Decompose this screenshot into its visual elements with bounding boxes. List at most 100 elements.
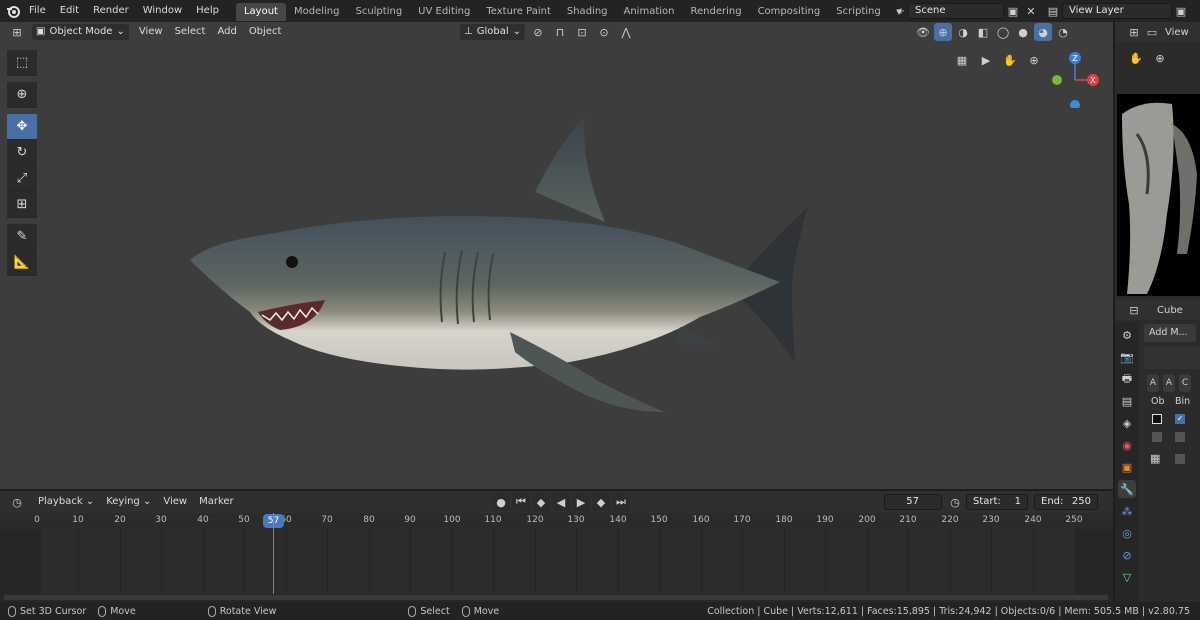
add-modifier-button[interactable]: Add M...: [1144, 324, 1196, 342]
scale-icon[interactable]: ⤢: [7, 166, 37, 192]
ob-checkbox-2[interactable]: [1152, 432, 1162, 442]
tab-texture-paint[interactable]: Texture Paint: [478, 3, 559, 21]
tab-compositing[interactable]: Compositing: [750, 3, 829, 21]
physics-icon[interactable]: ◎: [1118, 524, 1136, 542]
tab-shading[interactable]: Shading: [559, 3, 616, 21]
timeline-menu-marker[interactable]: Marker: [193, 492, 240, 512]
letter-button-c[interactable]: C: [1179, 374, 1191, 392]
ortho-grid-icon[interactable]: ▦: [953, 51, 971, 69]
view-layer-icon[interactable]: ▤: [1118, 392, 1136, 410]
rotate-icon[interactable]: ↻: [7, 140, 37, 166]
constraints-icon[interactable]: ⊘: [1118, 546, 1136, 564]
menu-window[interactable]: Window: [136, 0, 189, 22]
solid-shading-icon[interactable]: ●: [1014, 23, 1032, 41]
start-frame-field[interactable]: Start: 1: [966, 494, 1028, 510]
record-icon[interactable]: ●: [492, 493, 510, 511]
tab-layout[interactable]: Layout: [235, 3, 286, 21]
view-layer-icon[interactable]: ▤: [1044, 2, 1062, 20]
rendered-shading-icon[interactable]: ◔: [1054, 23, 1072, 41]
scene-icon[interactable]: ◈: [1118, 414, 1136, 432]
pivot-icon[interactable]: ⊘: [529, 23, 547, 41]
snap-target-icon[interactable]: ⊡: [573, 23, 591, 41]
tab-uv-editing[interactable]: UV Editing: [410, 3, 478, 21]
tool-settings-icon[interactable]: ⚙: [1118, 326, 1136, 344]
editor-type-icon[interactable]: ⊞: [1125, 23, 1143, 41]
transform-orientation-dropdown[interactable]: ⊥ Global ⌄: [460, 24, 526, 40]
tab-scripting[interactable]: Scripting: [828, 3, 888, 21]
scene-icon[interactable]: ▾: [890, 2, 908, 20]
editor-type-icon[interactable]: ⊟: [1125, 301, 1143, 319]
shark-model[interactable]: [180, 112, 820, 422]
editor-type-icon[interactable]: ⊞: [8, 23, 26, 41]
timeline-scrollbar[interactable]: [4, 595, 1108, 600]
object-mode-dropdown[interactable]: ▣ Object Mode ⌄: [32, 24, 129, 40]
timeline-tracks[interactable]: [0, 513, 1113, 594]
bin-checkbox-3[interactable]: [1175, 454, 1185, 464]
new-scene-icon[interactable]: ▣: [1004, 2, 1022, 20]
cursor-icon[interactable]: ⊕: [7, 82, 37, 108]
proportional-edit-icon[interactable]: ⊙: [595, 23, 613, 41]
transform-icon[interactable]: ⊞: [7, 192, 37, 218]
viewport-menu-view[interactable]: View: [133, 22, 169, 42]
material-shading-icon[interactable]: ◕: [1034, 23, 1052, 41]
next-keyframe-icon[interactable]: ◆: [592, 493, 610, 511]
play-reverse-icon[interactable]: ◀: [552, 493, 570, 511]
3d-viewport[interactable]: ⊞ ▣ Object Mode ⌄ View Select Add Object…: [0, 22, 1113, 489]
snap-icon[interactable]: ⊓: [551, 23, 569, 41]
axis-gizmo[interactable]: Z X: [1045, 48, 1105, 108]
menu-render[interactable]: Render: [86, 0, 136, 22]
gizmo-toggle-icon[interactable]: ⊕: [934, 23, 952, 41]
timeline-menu-playback[interactable]: Playback ⌄: [32, 492, 100, 512]
neg-z-axis-handle[interactable]: [1070, 100, 1080, 108]
image-editor-view-menu[interactable]: View: [1161, 27, 1189, 38]
move-icon[interactable]: ✥: [7, 114, 37, 140]
scene-field[interactable]: Scene: [908, 3, 1004, 19]
play-icon[interactable]: ▶: [572, 493, 590, 511]
viewport-menu-object[interactable]: Object: [243, 22, 288, 42]
current-frame-field[interactable]: 57: [884, 494, 942, 510]
letter-button-a1[interactable]: A: [1147, 374, 1159, 392]
overlay-toggle-icon[interactable]: ◑: [954, 23, 972, 41]
select-box-icon[interactable]: ⬚: [7, 50, 37, 76]
tab-rendering[interactable]: Rendering: [682, 3, 749, 21]
zoom-icon[interactable]: ⊕: [1151, 49, 1169, 67]
ob-checkbox[interactable]: [1152, 414, 1162, 424]
tab-modeling[interactable]: Modeling: [286, 3, 348, 21]
object-data-icon[interactable]: ▽: [1118, 568, 1136, 586]
menu-edit[interactable]: Edit: [53, 0, 86, 22]
pan-hand-icon[interactable]: ✋: [1001, 51, 1019, 69]
world-icon[interactable]: ◉: [1118, 436, 1136, 454]
render-icon[interactable]: 📷: [1118, 348, 1136, 366]
xray-icon[interactable]: ◧: [974, 23, 992, 41]
pan-hand-icon[interactable]: ✋: [1127, 49, 1145, 67]
menu-help[interactable]: Help: [189, 0, 226, 22]
wireframe-shading-icon[interactable]: ◯: [994, 23, 1012, 41]
tab-animation[interactable]: Animation: [616, 3, 683, 21]
new-view-layer-icon[interactable]: ▣: [1172, 2, 1190, 20]
output-icon[interactable]: 🖶: [1118, 370, 1136, 388]
prev-keyframe-icon[interactable]: ◆: [532, 493, 550, 511]
letter-button-a2[interactable]: A: [1163, 374, 1175, 392]
zoom-icon[interactable]: ⊕: [1025, 51, 1043, 69]
blender-logo-icon[interactable]: [4, 2, 22, 20]
stopwatch-icon[interactable]: ◷: [946, 493, 964, 511]
measure-icon[interactable]: 📐: [7, 250, 37, 276]
delete-scene-icon[interactable]: ✕: [1022, 2, 1040, 20]
falloff-icon[interactable]: ⋀: [617, 23, 635, 41]
timeline-menu-keying[interactable]: Keying ⌄: [100, 492, 157, 512]
bin-checkbox-2[interactable]: [1175, 432, 1185, 442]
texture-preview[interactable]: [1117, 94, 1200, 296]
timeline-menu-view[interactable]: View: [157, 492, 193, 512]
jump-end-icon[interactable]: ⏭: [612, 493, 630, 511]
visibility-icon[interactable]: 👁: [914, 23, 932, 41]
particles-icon[interactable]: ⁂: [1118, 502, 1136, 520]
camera-icon[interactable]: ▶: [977, 51, 995, 69]
viewport-menu-select[interactable]: Select: [169, 22, 212, 42]
jump-start-icon[interactable]: ⏮: [512, 493, 530, 511]
tab-sculpting[interactable]: Sculpting: [347, 3, 410, 21]
bin-checkbox-checked-icon[interactable]: ✓: [1175, 414, 1185, 424]
mesh-grid-icon[interactable]: ▦: [1150, 452, 1160, 465]
viewport-menu-add[interactable]: Add: [211, 22, 242, 42]
modifier-wrench-icon[interactable]: 🔧: [1118, 480, 1136, 498]
y-axis-handle[interactable]: [1052, 75, 1062, 85]
